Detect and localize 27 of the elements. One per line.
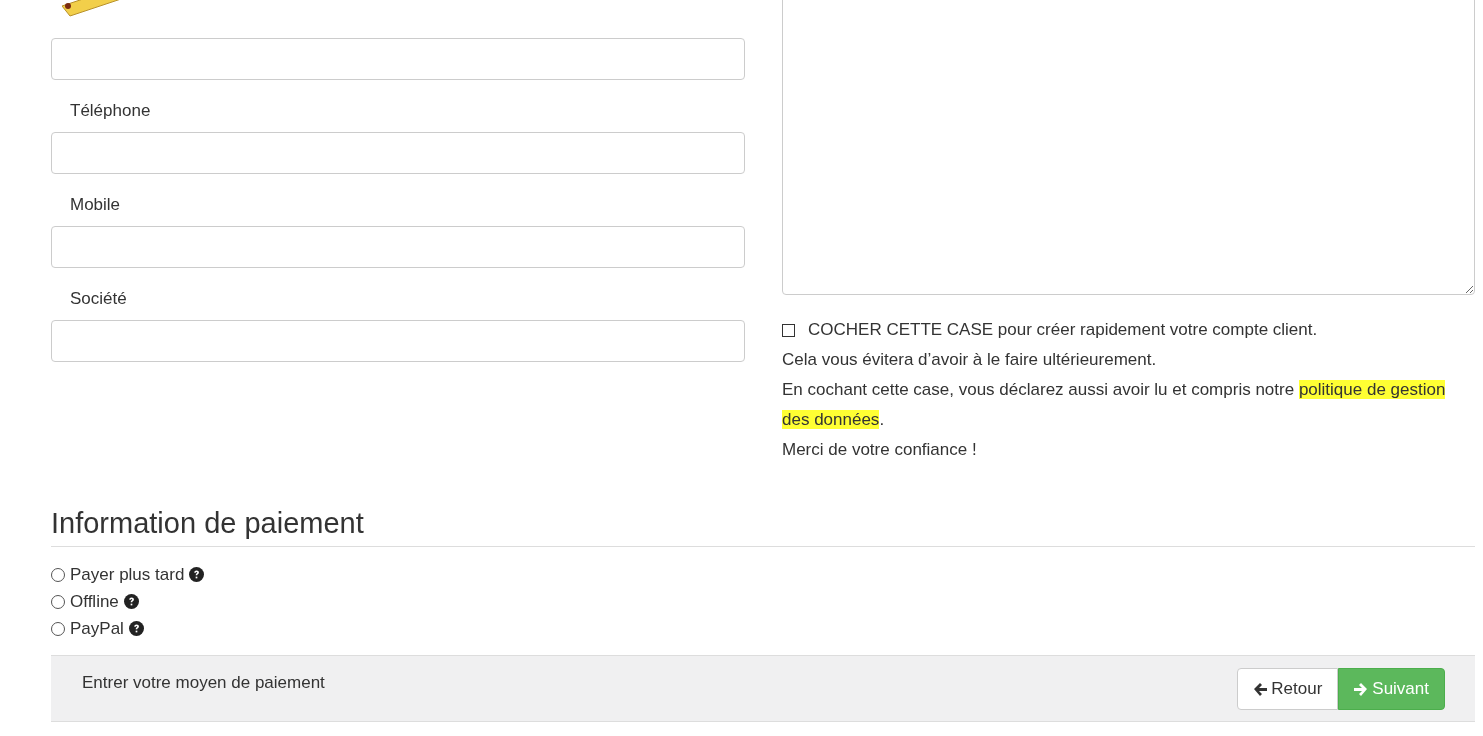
option-label: Payer plus tard <box>70 564 185 585</box>
option-label: Offline <box>70 591 119 612</box>
right-arrow-icon <box>1354 681 1369 697</box>
note-text: Cela vous évitera d’avoir à le faire ultérieurement. <box>782 349 1158 371</box>
text-field[interactable] <box>51 38 745 80</box>
consent-text: En cochant cette case, vous déclarez aussi avoir lu et compris notre politique de gestion des données. <box>782 379 1447 431</box>
hint-text: Entrer votre moyen de paiement <box>82 672 325 694</box>
field-label: Société <box>69 289 128 309</box>
help-icon[interactable] <box>189 567 205 582</box>
field-label: Mobile <box>69 195 122 215</box>
left-arrow-icon <box>1253 681 1268 697</box>
checkbox[interactable] <box>782 323 795 337</box>
thanks-text: Merci de votre confiance ! <box>782 439 978 461</box>
text-field[interactable] <box>51 226 745 268</box>
help-icon[interactable] <box>123 594 139 609</box>
field-label: Téléphone <box>69 101 152 121</box>
back-button[interactable]: Retour <box>1237 668 1339 710</box>
text-field[interactable] <box>51 320 745 362</box>
section-heading: Information de paiement <box>51 507 1475 547</box>
radio-button[interactable] <box>51 621 65 636</box>
text-field[interactable] <box>51 132 745 174</box>
message-field[interactable] <box>782 0 1475 295</box>
radio-button[interactable] <box>51 594 65 609</box>
option-label: PayPal <box>70 618 124 639</box>
checkbox-label: COCHER CETTE CASE pour créer rapidement votre compte client. <box>808 319 1318 341</box>
help-icon[interactable] <box>128 621 144 636</box>
radio-button[interactable] <box>51 567 65 582</box>
